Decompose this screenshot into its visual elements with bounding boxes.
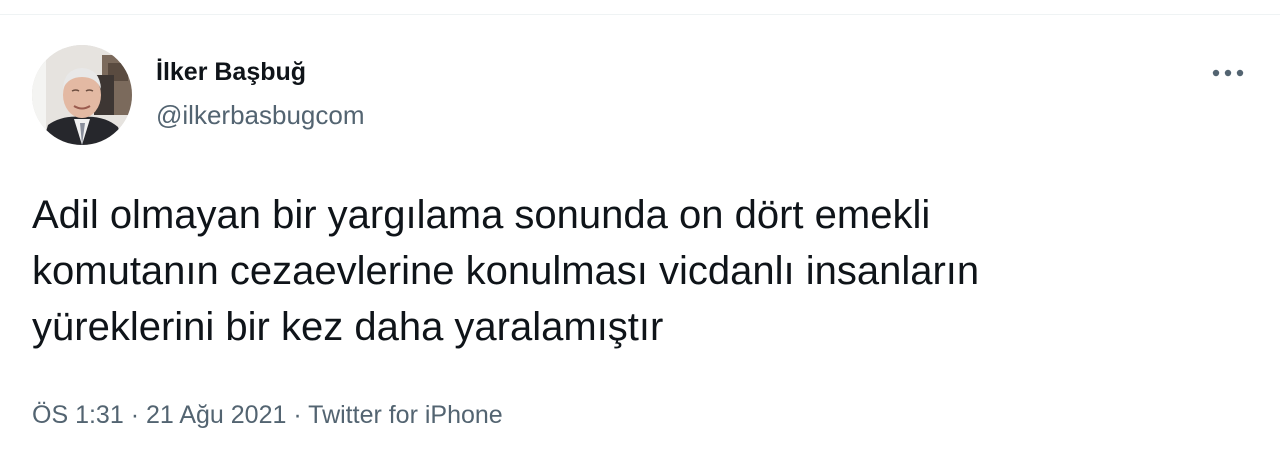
- avatar[interactable]: [32, 45, 132, 145]
- meta-separator: ·: [130, 401, 140, 429]
- tweet-metadata: ÖS 1:31 · 21 Ağu 2021 · Twitter for iPho…: [32, 399, 503, 431]
- tweet: İlker Başbuğ @ilkerbasbugcom Adil olmaya…: [0, 15, 1280, 468]
- more-horizontal-icon: [1212, 69, 1244, 77]
- avatar-photo: [32, 45, 132, 145]
- tweet-text: Adil olmayan bir yargılama sonunda on dö…: [32, 193, 980, 349]
- author-display-name[interactable]: İlker Başbuğ: [156, 57, 306, 87]
- tweet-source[interactable]: Twitter for iPhone: [308, 401, 503, 429]
- tweet-date[interactable]: 21 Ağu 2021: [146, 401, 286, 429]
- tweet-time[interactable]: ÖS 1:31: [32, 401, 124, 429]
- more-options-button[interactable]: [1206, 55, 1250, 91]
- meta-separator: ·: [293, 401, 302, 429]
- author-handle[interactable]: @ilkerbasbugcom: [156, 99, 364, 131]
